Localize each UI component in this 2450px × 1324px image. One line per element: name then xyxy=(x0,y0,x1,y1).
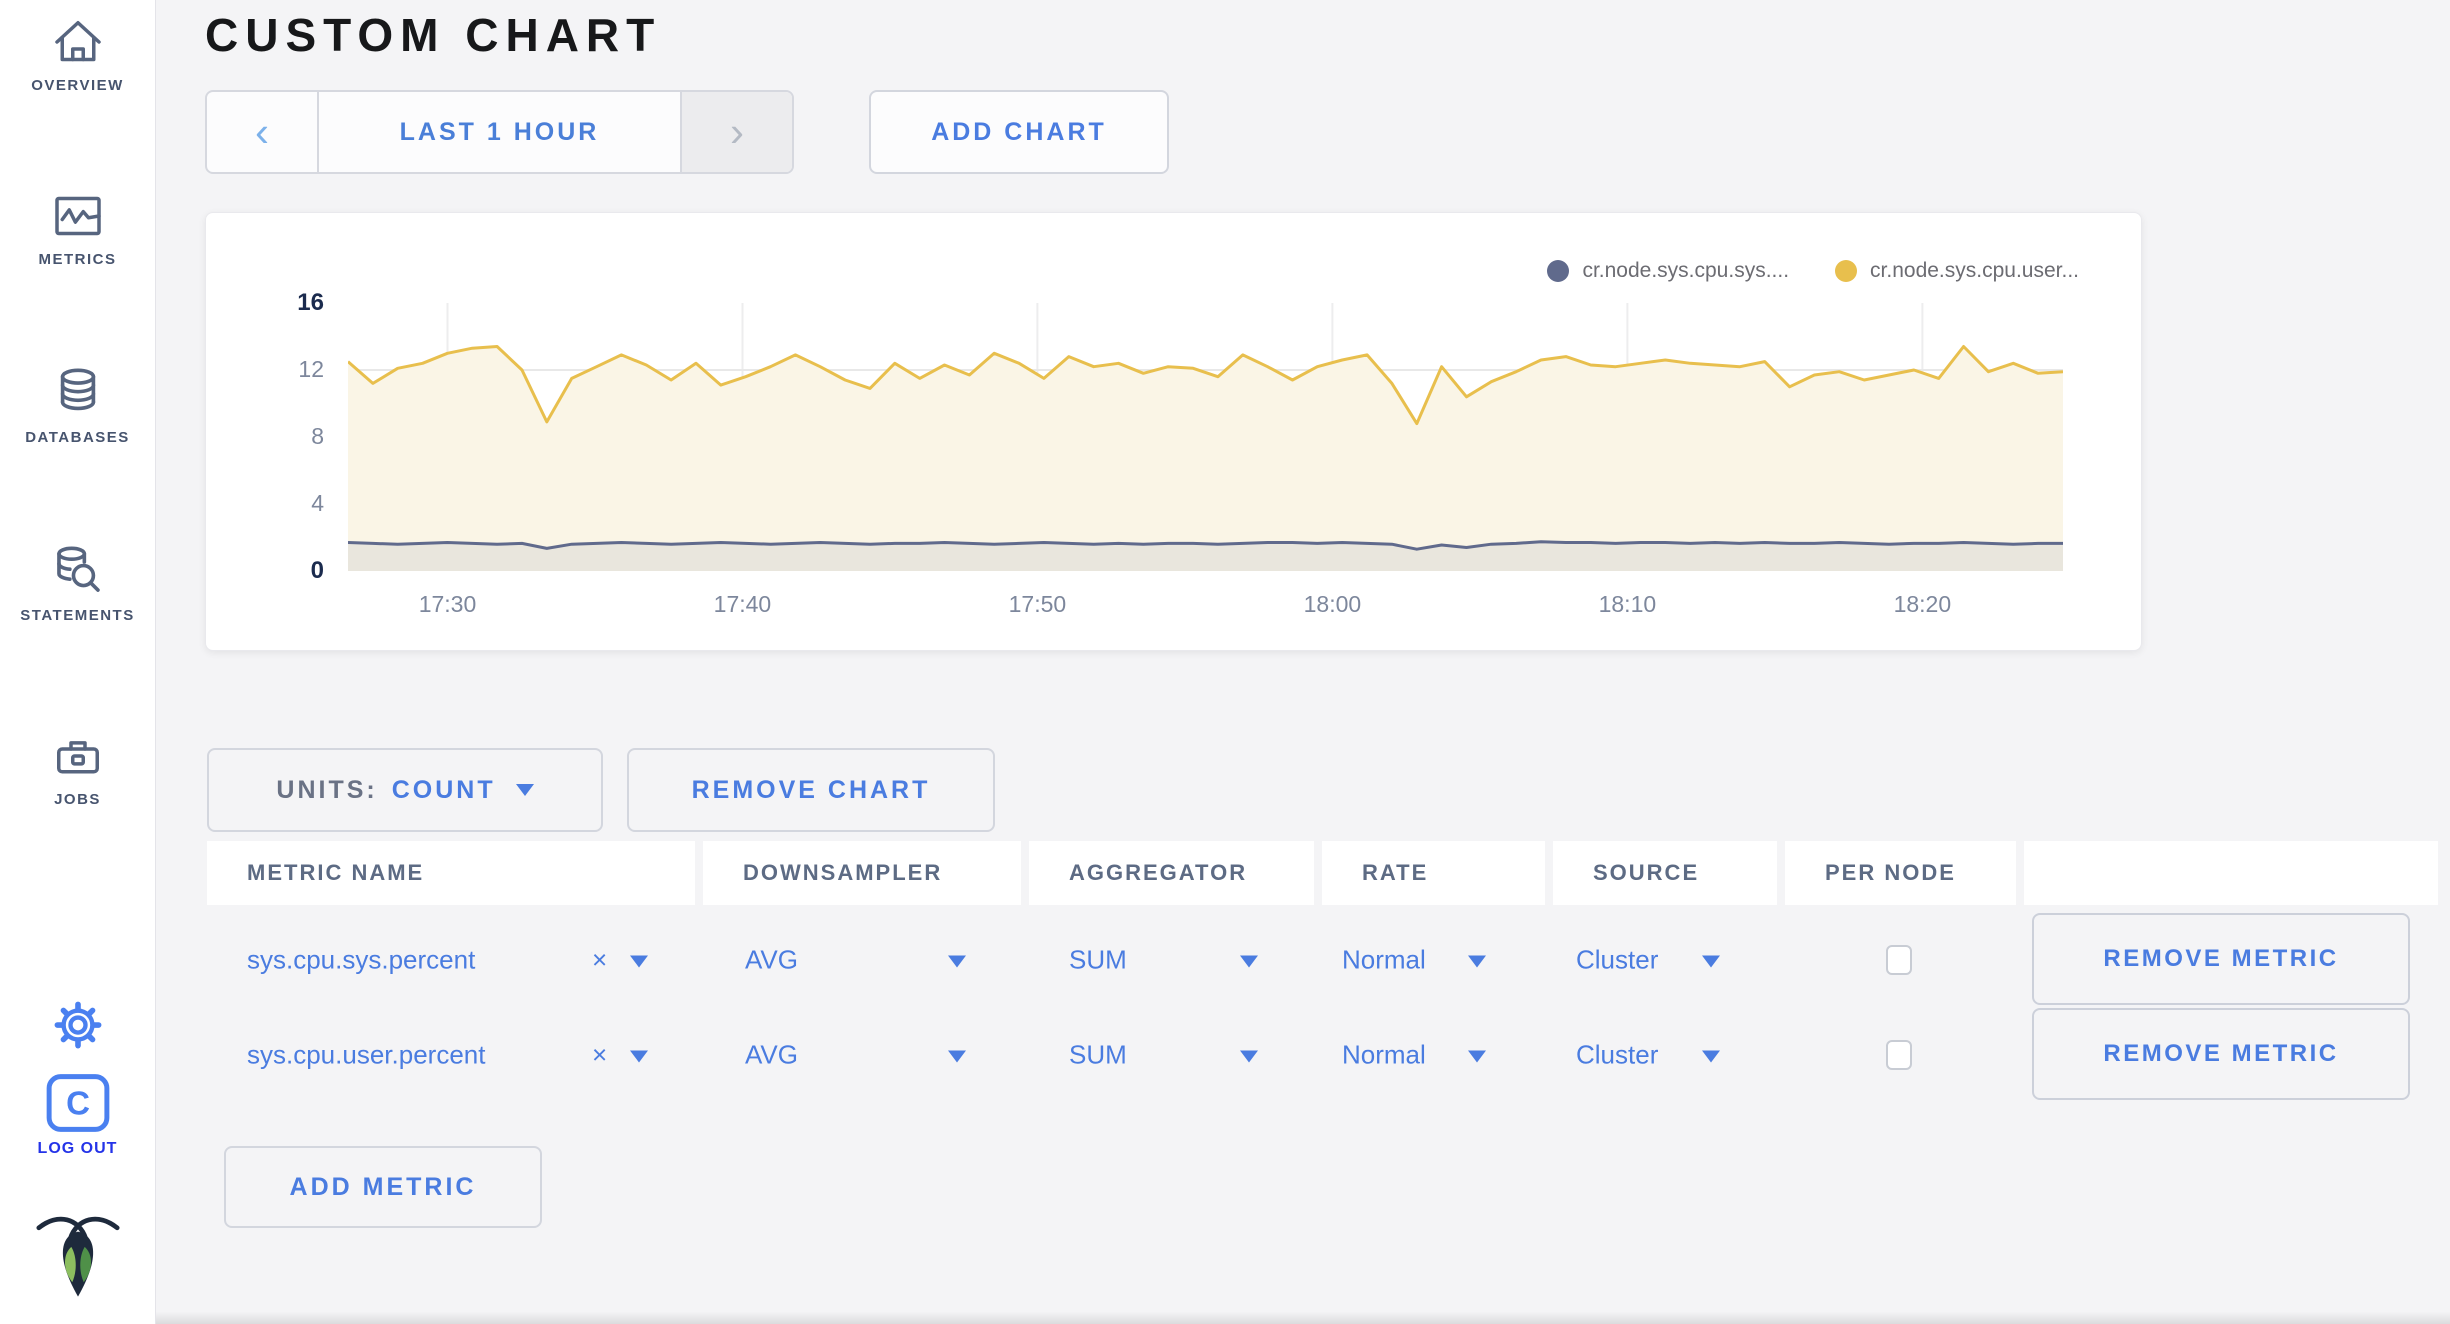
cockroachdb-logo xyxy=(0,1210,155,1302)
rate-dropdown[interactable]: Normal xyxy=(1342,945,1426,976)
col-header-per-node: PER NODE xyxy=(1785,841,2016,905)
remove-metric-button[interactable]: REMOVE METRIC xyxy=(2032,1008,2410,1100)
chevron-down-icon[interactable] xyxy=(630,1050,648,1063)
time-range-label[interactable]: LAST 1 HOUR xyxy=(319,92,680,172)
legend-dot-icon xyxy=(1835,260,1858,282)
time-range-prev-button[interactable]: ‹ xyxy=(207,92,319,172)
x-axis-tick-label: 17:40 xyxy=(713,591,772,617)
chevron-down-icon[interactable] xyxy=(948,1050,966,1063)
sidebar-item-jobs[interactable]: JOBS xyxy=(0,728,155,808)
y-axis-tick-label: 0 xyxy=(310,557,324,584)
chevron-down-icon[interactable] xyxy=(1240,1050,1258,1063)
y-axis-tick-label: 4 xyxy=(311,490,324,516)
sidebar-item-metrics[interactable]: METRICS xyxy=(0,188,155,268)
logout-label: LOG OUT xyxy=(37,1140,118,1157)
statements-search-icon xyxy=(0,542,155,600)
remove-metric-button[interactable]: REMOVE METRIC xyxy=(2032,913,2410,1005)
sidebar: OVERVIEW METRICS DATABASES STATEMENTS JO… xyxy=(0,0,156,1324)
units-label: UNITS: xyxy=(276,775,378,804)
metric-name-dropdown[interactable]: sys.cpu.user.percent xyxy=(247,1040,485,1071)
cockroach-bug-icon xyxy=(0,1210,155,1302)
per-node-checkbox[interactable] xyxy=(1886,945,1912,975)
x-axis-tick-label: 17:50 xyxy=(1008,591,1067,617)
source-dropdown[interactable]: Cluster xyxy=(1576,1040,1658,1071)
gear-icon xyxy=(0,1000,155,1050)
chevron-down-icon[interactable] xyxy=(1240,955,1258,968)
col-header-metric-name: METRIC NAME xyxy=(207,841,695,905)
sidebar-item-databases[interactable]: DATABASES xyxy=(0,364,155,446)
units-value: COUNT xyxy=(391,775,496,804)
sidebar-item-statements[interactable]: STATEMENTS xyxy=(0,542,155,624)
chart-card: cr.node.sys.cpu.sys.... cr.node.sys.cpu.u… xyxy=(205,212,2142,651)
y-axis-tick-label: 8 xyxy=(311,423,324,449)
sidebar-item-label: OVERVIEW xyxy=(31,77,124,94)
metric-row: sys.cpu.user.percent × AVG SUM Normal Cl… xyxy=(0,1008,2450,1102)
col-header-aggregator: AGGREGATOR xyxy=(1029,841,1314,905)
remove-chart-button[interactable]: REMOVE CHART xyxy=(627,748,995,832)
bottom-scroll-shadow xyxy=(155,1311,2450,1324)
sidebar-item-overview[interactable]: OVERVIEW xyxy=(0,14,155,94)
x-axis-tick-label: 18:00 xyxy=(1303,591,1362,617)
y-axis-tick-label: 12 xyxy=(298,356,324,382)
legend-item[interactable]: cr.node.sys.cpu.sys.... xyxy=(1547,259,1789,283)
sidebar-item-label: STATEMENTS xyxy=(20,607,135,624)
chevron-down-icon[interactable] xyxy=(1702,1050,1720,1063)
time-range-selector: ‹ LAST 1 HOUR › xyxy=(205,90,794,174)
metric-row: sys.cpu.sys.percent × AVG SUM Normal Clu… xyxy=(0,913,2450,1007)
add-chart-button[interactable]: ADD CHART xyxy=(869,90,1169,174)
chevron-down-icon[interactable] xyxy=(948,955,966,968)
col-header-source: SOURCE xyxy=(1553,841,1777,905)
x-axis-tick-label: 18:20 xyxy=(1893,591,1952,617)
source-dropdown[interactable]: Cluster xyxy=(1576,945,1658,976)
chart-legend: cr.node.sys.cpu.sys.... cr.node.sys.cpu.u… xyxy=(1547,259,2079,283)
svg-text:C: C xyxy=(66,1085,90,1122)
metrics-chart-icon xyxy=(0,188,155,244)
clear-metric-icon[interactable]: × xyxy=(592,945,607,976)
chevron-left-icon: ‹ xyxy=(255,108,269,155)
chevron-down-icon[interactable] xyxy=(630,955,648,968)
add-metric-button[interactable]: ADD METRIC xyxy=(224,1146,542,1228)
sidebar-item-label: JOBS xyxy=(54,791,101,808)
settings-gear-button[interactable] xyxy=(0,1000,155,1050)
legend-item[interactable]: cr.node.sys.cpu.user... xyxy=(1835,259,2079,283)
x-axis-tick-label: 17:30 xyxy=(418,591,477,617)
sidebar-item-label: METRICS xyxy=(38,251,117,268)
briefcase-icon xyxy=(0,728,155,784)
chart-plot-area xyxy=(348,303,2063,571)
aggregator-dropdown[interactable]: SUM xyxy=(1069,1040,1127,1071)
col-header-rate: RATE xyxy=(1322,841,1545,905)
sidebar-item-label: DATABASES xyxy=(25,429,130,446)
legend-label: cr.node.sys.cpu.user... xyxy=(1870,259,2079,282)
legend-dot-icon xyxy=(1547,260,1570,282)
per-node-checkbox[interactable] xyxy=(1886,1040,1912,1070)
chevron-down-icon[interactable] xyxy=(1468,1050,1486,1063)
y-axis-tick-label: 16 xyxy=(297,289,324,316)
logout-button[interactable]: C LOG OUT xyxy=(0,1072,155,1158)
units-dropdown[interactable]: UNITS: COUNT xyxy=(207,748,603,832)
legend-label: cr.node.sys.cpu.sys.... xyxy=(1582,259,1790,282)
rate-dropdown[interactable]: Normal xyxy=(1342,1040,1426,1071)
downsampler-dropdown[interactable]: AVG xyxy=(745,1040,798,1071)
x-axis-tick-label: 18:10 xyxy=(1598,591,1657,617)
clear-metric-icon[interactable]: × xyxy=(592,1040,607,1071)
col-header-downsampler: DOWNSAMPLER xyxy=(703,841,1021,905)
chevron-down-icon[interactable] xyxy=(1702,955,1720,968)
database-icon xyxy=(0,364,155,422)
metric-name-dropdown[interactable]: sys.cpu.sys.percent xyxy=(247,945,475,976)
cockroach-c-icon: C xyxy=(0,1072,155,1134)
chevron-down-icon[interactable] xyxy=(1468,955,1486,968)
chevron-down-icon xyxy=(515,784,534,796)
page-title: CUSTOM CHART xyxy=(205,9,662,61)
col-header-actions xyxy=(2024,841,2438,905)
chevron-right-icon: › xyxy=(730,108,744,155)
series-area xyxy=(348,541,2063,571)
time-range-next-button[interactable]: › xyxy=(680,92,792,172)
home-icon xyxy=(0,14,155,70)
aggregator-dropdown[interactable]: SUM xyxy=(1069,945,1127,976)
downsampler-dropdown[interactable]: AVG xyxy=(745,945,798,976)
